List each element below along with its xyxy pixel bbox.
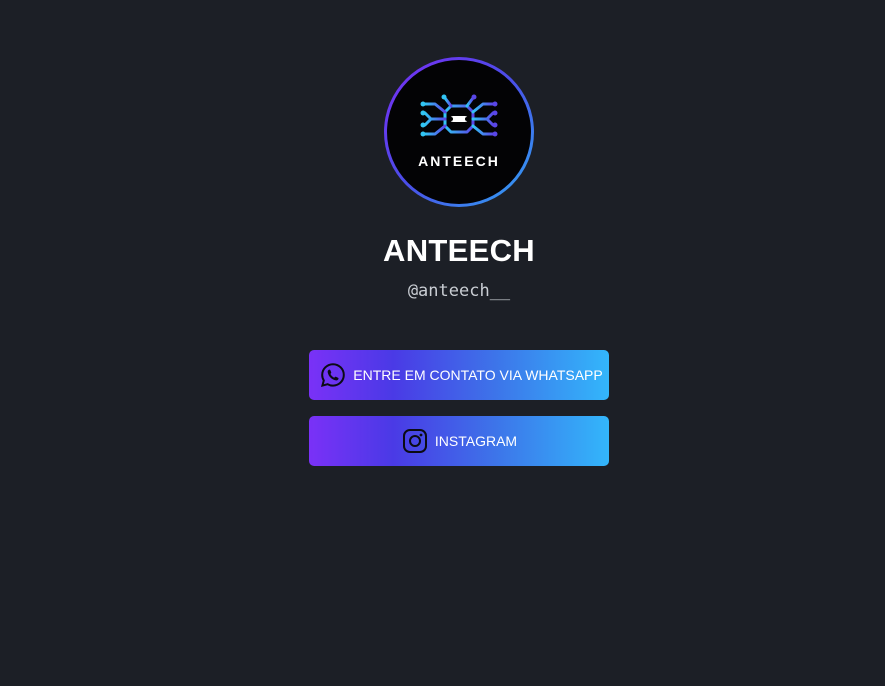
instagram-button-label: INSTAGRAM [434,433,518,449]
circuit-bug-logo-icon: ANTEECH [418,94,500,169]
avatar: ANTEECH [384,57,534,207]
profile-handle: @anteech__ [407,281,511,301]
instagram-icon [401,427,429,455]
whatsapp-contact-button[interactable]: ENTRE EM CONTATO VIA WHATSAPP [309,350,609,400]
svg-text:ANTEECH: ANTEECH [418,153,500,169]
avatar-logo: ANTEECH [387,60,531,204]
whatsapp-icon [319,361,347,389]
instagram-button[interactable]: INSTAGRAM [309,416,609,466]
profile-name: ANTEECH [383,233,535,268]
whatsapp-button-label: ENTRE EM CONTATO VIA WHATSAPP [353,367,603,383]
link-page: ANTEECH ANTEECH @anteech__ ENTRE EM CONT… [0,0,885,686]
